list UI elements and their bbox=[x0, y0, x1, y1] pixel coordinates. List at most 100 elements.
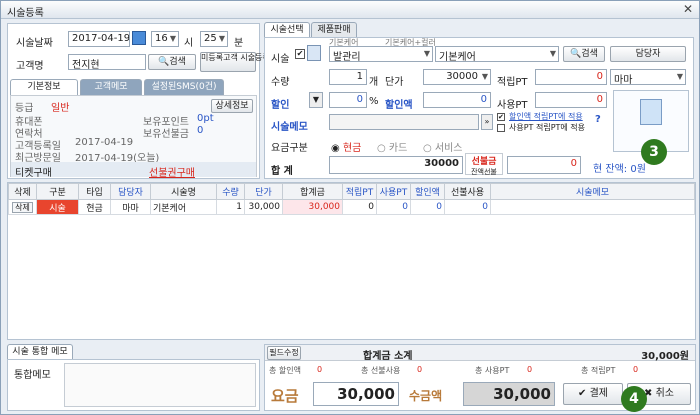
service-checkbox[interactable]: ✔ bbox=[295, 49, 305, 59]
col-service-name[interactable]: 시술명 bbox=[150, 183, 217, 200]
col-amount[interactable]: 합계금 bbox=[282, 183, 343, 200]
staff-select[interactable]: 마마 ▼ bbox=[610, 69, 686, 85]
discount-amount-field[interactable]: 0 bbox=[423, 92, 491, 108]
search-button-label: 검색 bbox=[581, 49, 598, 59]
discount-pt-check-label[interactable]: 할인액 적립PT에 적용 bbox=[509, 111, 583, 122]
window-title: 시술등록 bbox=[7, 8, 44, 19]
total-prepay-value: 0 bbox=[417, 365, 423, 374]
col-staff[interactable]: 담당자 bbox=[110, 183, 151, 200]
customer-name-field[interactable]: 전지현 bbox=[68, 54, 146, 70]
service-name-select[interactable]: 기본케어 ▼ bbox=[435, 46, 559, 62]
cell-type: 시술 bbox=[36, 199, 79, 215]
chevron-down-icon: ▼ bbox=[676, 72, 683, 81]
customer-label: 고객명 bbox=[16, 61, 44, 72]
total-earn-pt-value: 0 bbox=[633, 365, 639, 374]
service-table: 삭제 구분 타입 담당자 시술명 수량 단가 합계금 적립PT 사용PT 할인액… bbox=[8, 183, 695, 215]
staff-button[interactable]: 담당자 bbox=[610, 46, 686, 62]
table-row[interactable]: 삭제 시술 현금 마마 기본케어 1 30,000 30,000 0 0 0 0 bbox=[8, 199, 695, 215]
edit-field-button[interactable]: 필드수정 bbox=[267, 346, 301, 360]
date-field[interactable]: 2017-04-19 bbox=[68, 31, 130, 47]
col-price[interactable]: 단가 bbox=[244, 183, 283, 200]
cell-kind: 현금 bbox=[78, 199, 111, 215]
discount-amount-label: 할인액 bbox=[385, 100, 413, 111]
service-name-value: 기본케어 bbox=[439, 52, 476, 62]
combined-memo-field[interactable] bbox=[64, 363, 256, 407]
ticket-row: 티켓구매 선불권구매 bbox=[11, 162, 256, 179]
col-type[interactable]: 구분 bbox=[36, 183, 79, 200]
customer-search-button[interactable]: 🔍검색 bbox=[148, 54, 196, 70]
expand-icon[interactable]: » bbox=[481, 114, 493, 130]
ticket-purchase-label[interactable]: 티켓구매 bbox=[15, 164, 52, 179]
discount-rate-field[interactable]: 0 bbox=[329, 92, 367, 108]
discount-unit: % bbox=[369, 96, 379, 107]
minute-value: 25 bbox=[204, 33, 217, 44]
chevron-down-icon: ▼ bbox=[423, 49, 430, 58]
earn-pt-field[interactable]: 0 bbox=[535, 69, 607, 85]
received-field[interactable]: 30,000 bbox=[463, 382, 555, 406]
payment-service-radio[interactable]: ○ 서비스 bbox=[423, 139, 463, 154]
payment-cash-label: 현금 bbox=[342, 143, 362, 154]
payment-type-label: 요금구분 bbox=[271, 143, 308, 154]
service-panel: 시술 ✔ 기본케어 기본케어+컬러 발관리 ▼ 기본케어 ▼ 🔍검색 담당자 수량 … bbox=[264, 37, 694, 179]
col-use-pt[interactable]: 사용PT bbox=[376, 183, 411, 200]
voucher-purchase-link[interactable]: 선불권구매 bbox=[149, 164, 195, 179]
search-icon: 🔍 bbox=[570, 49, 582, 59]
prepaid-field[interactable]: 0 bbox=[507, 156, 581, 174]
col-prepaid-use[interactable]: 선불사용 bbox=[444, 183, 491, 200]
tab-basic-info[interactable]: 기본정보 bbox=[10, 79, 78, 95]
basic-info-content: 등급 일반 상세정보 휴대폰 보유포인트 0pt 연락처 보유선불금 0 고객등… bbox=[10, 95, 257, 179]
service-image-icon[interactable] bbox=[307, 45, 321, 61]
col-kind[interactable]: 타입 bbox=[78, 183, 111, 200]
title-bar: 시술등록 ✕ bbox=[1, 1, 699, 19]
use-pt-check-label[interactable]: 사용PT 적립PT에 적용 bbox=[509, 122, 585, 133]
tab-service-select[interactable]: 시술선택 bbox=[264, 22, 310, 38]
use-pt-field[interactable]: 0 bbox=[535, 92, 607, 108]
total-prepay-label: 총 선불사용 bbox=[361, 366, 401, 375]
subtotal-row: 필드수정 합계금 소계 30,000원 bbox=[265, 345, 695, 362]
col-memo[interactable]: 시술메모 bbox=[490, 183, 695, 200]
col-earn-pt[interactable]: 적립PT bbox=[342, 183, 377, 200]
fee-label: 요금 bbox=[271, 387, 299, 405]
discount-label: 할인 bbox=[271, 100, 290, 111]
close-icon[interactable]: ✕ bbox=[683, 2, 693, 16]
use-pt-checkbox[interactable] bbox=[497, 124, 505, 132]
col-discount[interactable]: 할인액 bbox=[410, 183, 445, 200]
total-discount-label: 총 할인액 bbox=[269, 366, 301, 375]
category-select[interactable]: 발관리 ▼ bbox=[329, 46, 433, 62]
pay-button[interactable]: ✔ 결제 bbox=[563, 383, 623, 405]
tab-customer-memo[interactable]: 고객메모 bbox=[80, 79, 142, 95]
hour-select[interactable]: 16 ▼ bbox=[151, 31, 179, 47]
prepay-label: 보유선불금 bbox=[143, 129, 189, 140]
payment-card-radio[interactable]: ○ 카드 bbox=[377, 139, 407, 154]
help-icon[interactable]: ? bbox=[595, 114, 607, 126]
tab-combined-memo[interactable]: 시술 통합 메모 bbox=[7, 344, 73, 360]
date-label: 시술날짜 bbox=[16, 38, 53, 49]
tab-product-sales[interactable]: 제품판매 bbox=[311, 22, 357, 38]
discount-pt-checkbox[interactable]: ✔ bbox=[497, 113, 505, 121]
service-memo-label: 시술메모 bbox=[271, 122, 308, 133]
tab-sms[interactable]: 설정된SMS(0건) bbox=[144, 79, 224, 95]
col-quantity[interactable]: 수량 bbox=[216, 183, 245, 200]
minute-select[interactable]: 25 ▼ bbox=[200, 31, 228, 47]
unregistered-customer-button[interactable]: 미등록고객 시술등록 bbox=[200, 52, 270, 72]
total-earn-pt-label: 총 적립PT bbox=[581, 366, 616, 375]
cell-use-pt: 0 bbox=[376, 199, 411, 215]
cell-price: 30,000 bbox=[244, 199, 283, 215]
calendar-icon[interactable] bbox=[132, 31, 146, 45]
delete-row-button[interactable]: 삭제 bbox=[12, 201, 33, 213]
total-discount-value: 0 bbox=[317, 365, 323, 374]
service-search-button[interactable]: 🔍검색 bbox=[563, 46, 605, 62]
service-memo-field[interactable] bbox=[329, 114, 479, 130]
prepaid-label: 선불금 bbox=[471, 157, 497, 167]
price-field[interactable]: 30000 ▼ bbox=[423, 69, 491, 85]
service-grid: 삭제 구분 타입 담당자 시술명 수량 단가 합계금 적립PT 사용PT 할인액… bbox=[7, 182, 696, 340]
quantity-field[interactable]: 1 bbox=[329, 69, 367, 85]
minute-unit: 분 bbox=[234, 38, 244, 49]
total-field: 30000 bbox=[329, 156, 463, 174]
chevron-down-icon: ▼ bbox=[169, 34, 176, 43]
combined-memo-panel: 통합메모 bbox=[7, 359, 260, 411]
detail-info-button[interactable]: 상세정보 bbox=[211, 99, 253, 113]
payment-cash-radio[interactable]: ◉ 현금 bbox=[331, 139, 361, 154]
col-delete[interactable]: 삭제 bbox=[8, 183, 37, 200]
chevron-down-icon[interactable]: ▼ bbox=[309, 92, 323, 108]
